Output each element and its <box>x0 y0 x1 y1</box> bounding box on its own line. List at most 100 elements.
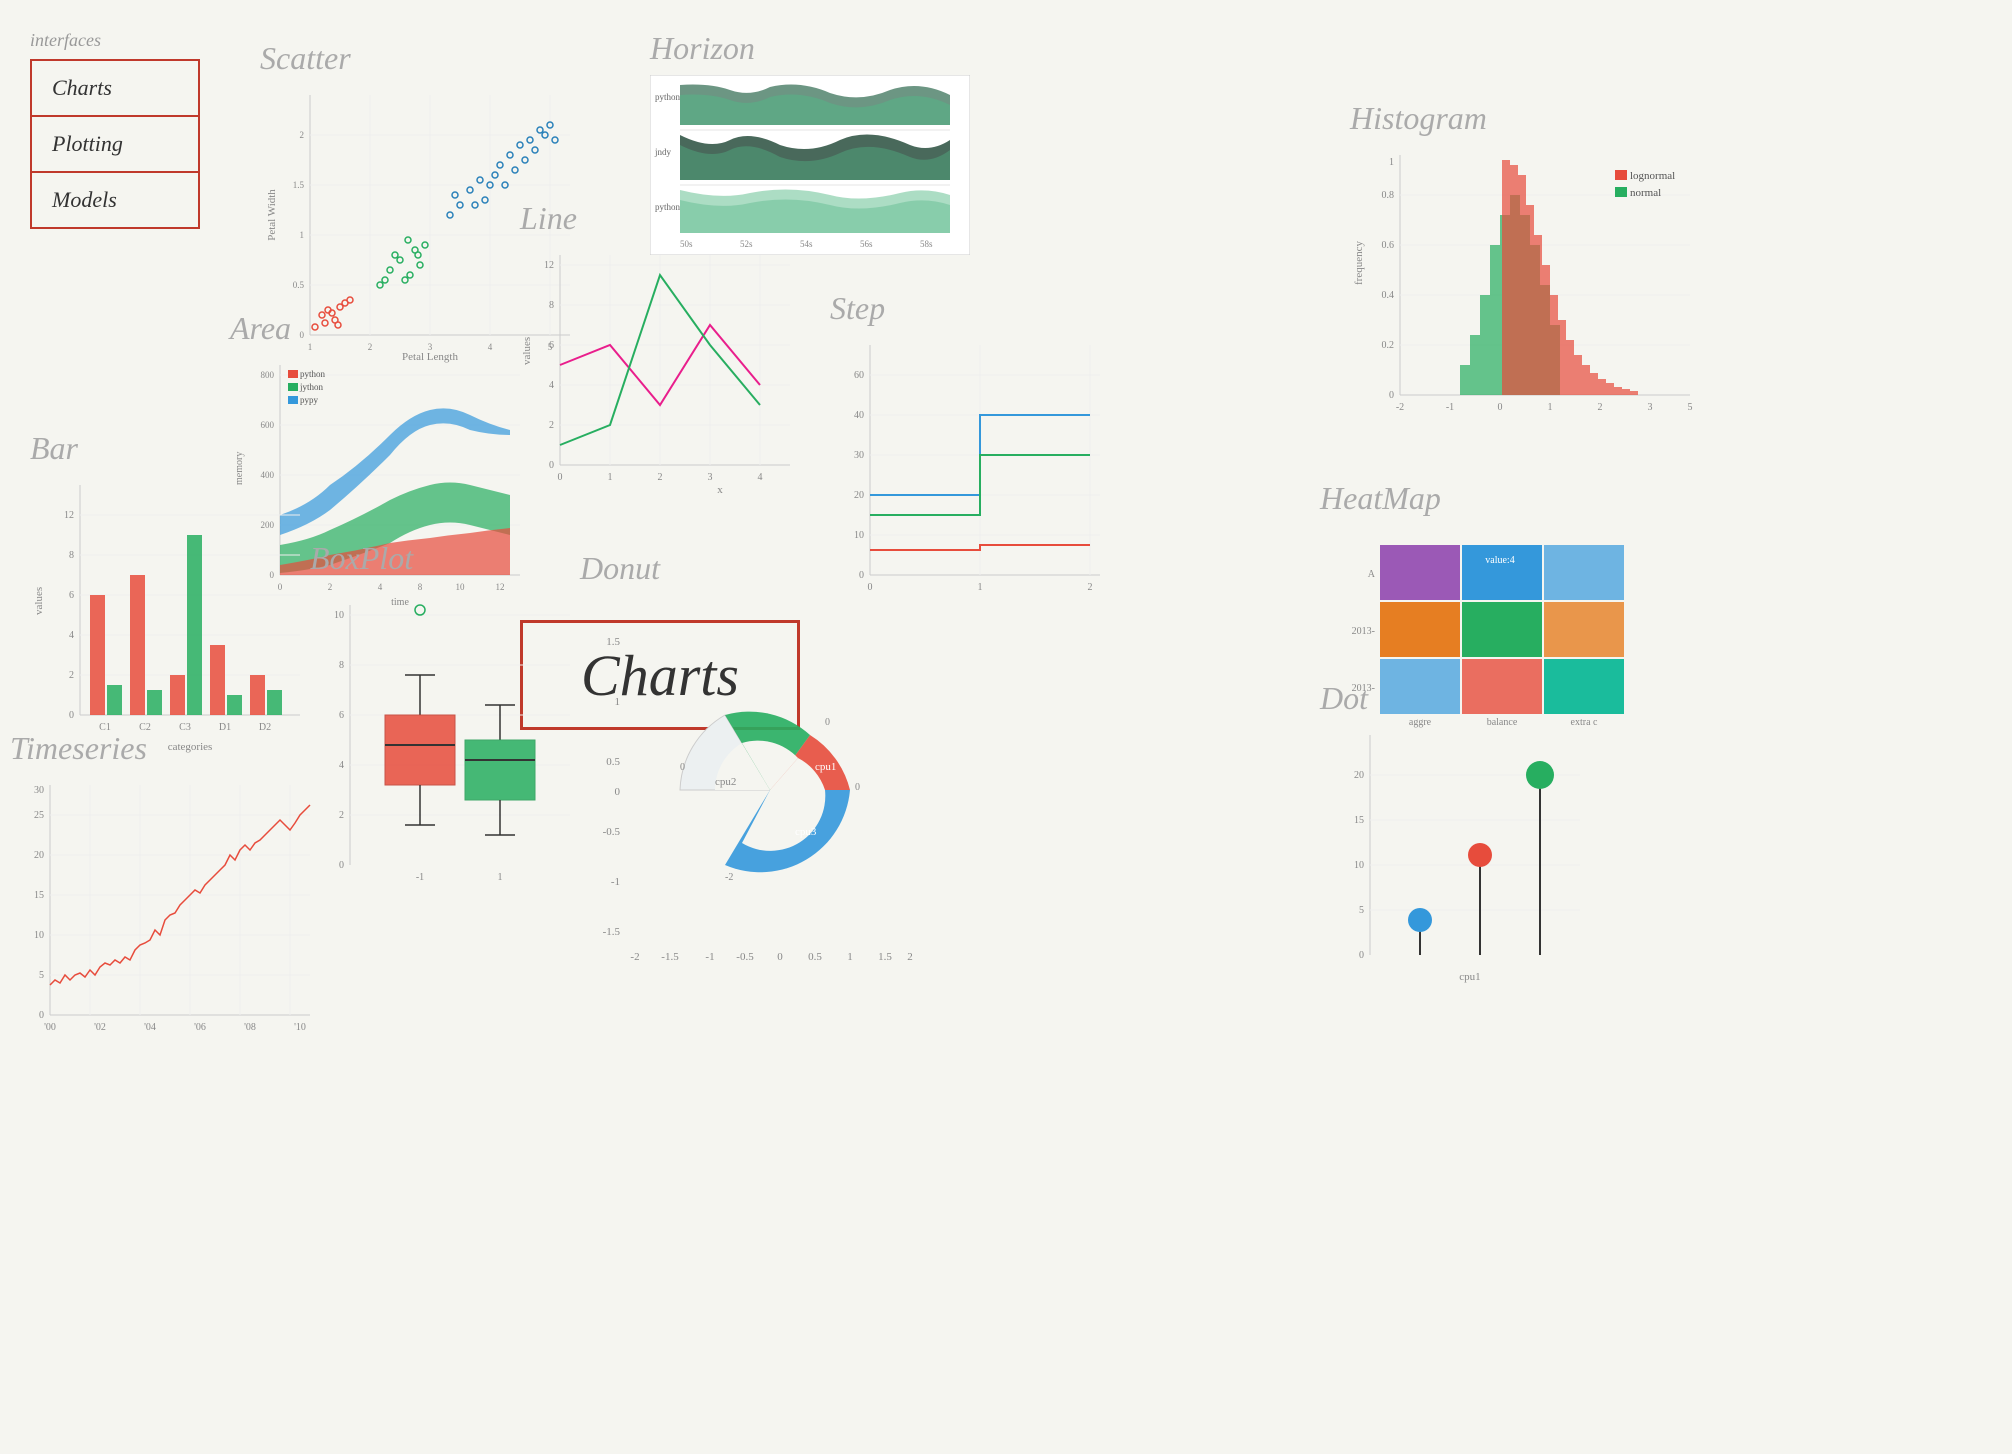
svg-text:5: 5 <box>39 970 44 981</box>
donut-title: Donut <box>580 550 920 587</box>
svg-text:20: 20 <box>34 850 44 861</box>
svg-text:'08: '08 <box>244 1022 256 1033</box>
svg-text:pypy: pypy <box>300 395 319 405</box>
svg-text:Petal Width: Petal Width <box>266 189 278 241</box>
svg-text:cpu2: cpu2 <box>715 776 736 788</box>
svg-text:1.5: 1.5 <box>293 180 305 190</box>
svg-text:2: 2 <box>907 951 913 963</box>
svg-text:0.8: 0.8 <box>1382 190 1395 201</box>
svg-text:1: 1 <box>1548 402 1553 413</box>
svg-text:4: 4 <box>339 760 344 771</box>
boxplot-title: BoxPlot <box>310 540 590 577</box>
dot-chart: Dot 0 5 10 15 20 cpu1 <box>1320 680 1600 1010</box>
line-svg: 0 2 4 6 8 12 values 0 1 2 3 4 x <box>520 245 800 505</box>
svg-text:20: 20 <box>1354 770 1364 781</box>
svg-text:'06: '06 <box>194 1022 206 1033</box>
svg-text:0.6: 0.6 <box>1382 240 1395 251</box>
menu-box: Charts Plotting Models <box>30 59 200 229</box>
svg-text:0: 0 <box>69 710 74 721</box>
svg-text:value:4: value:4 <box>1485 555 1514 566</box>
svg-text:0: 0 <box>825 717 830 728</box>
svg-text:'10: '10 <box>294 1022 306 1033</box>
timeseries-chart: Timeseries 0 5 10 15 20 25 30 '00 '02 '0… <box>10 730 320 1060</box>
svg-text:-0.5: -0.5 <box>603 826 621 838</box>
svg-text:6: 6 <box>549 340 554 351</box>
menu-item-plotting[interactable]: Plotting <box>32 117 198 173</box>
svg-text:A: A <box>1368 569 1376 580</box>
svg-text:2: 2 <box>69 670 74 681</box>
boxplot-svg: 0 2 4 6 8 10 -1 1 <box>310 585 590 915</box>
svg-text:0: 0 <box>1359 950 1364 961</box>
svg-text:1: 1 <box>1389 157 1394 168</box>
svg-text:40: 40 <box>854 410 864 421</box>
svg-text:10: 10 <box>334 610 344 621</box>
svg-text:'02: '02 <box>94 1022 106 1033</box>
svg-text:60: 60 <box>854 370 864 381</box>
svg-text:cpu1: cpu1 <box>1459 971 1480 983</box>
svg-text:0.5: 0.5 <box>808 951 822 963</box>
dot-title: Dot <box>1320 680 1600 717</box>
svg-text:6: 6 <box>69 590 74 601</box>
svg-text:12: 12 <box>64 510 74 521</box>
svg-text:-1: -1 <box>416 872 424 883</box>
svg-text:6: 6 <box>339 710 344 721</box>
step-title: Step <box>830 290 1110 327</box>
svg-text:0: 0 <box>1389 390 1394 401</box>
svg-text:5: 5 <box>1359 905 1364 916</box>
bar-svg: 0 2 4 6 8 12 values categories C1 C2 C3 … <box>30 475 310 765</box>
svg-text:4: 4 <box>758 472 763 483</box>
histogram-title: Histogram <box>1350 100 1710 137</box>
svg-text:2: 2 <box>300 130 305 140</box>
svg-text:jndy: jndy <box>654 147 672 157</box>
svg-text:-2: -2 <box>1396 402 1404 413</box>
area-title: Area <box>230 310 530 347</box>
bar-chart: Bar 0 2 4 6 8 12 values categories C1 C2… <box>30 430 310 770</box>
svg-text:2: 2 <box>1598 402 1603 413</box>
svg-text:54s: 54s <box>800 239 813 249</box>
svg-text:20: 20 <box>854 490 864 501</box>
svg-text:1: 1 <box>978 582 983 593</box>
svg-text:10: 10 <box>34 930 44 941</box>
svg-text:800: 800 <box>261 370 275 380</box>
svg-text:-2: -2 <box>630 951 639 963</box>
svg-text:600: 600 <box>261 420 275 430</box>
donut-svg: 1.5 1 0.5 0 -0.5 -1 -1.5 -2 -1.5 -1 -0.5… <box>580 595 920 975</box>
histogram-chart: Histogram 0 0.2 0.4 0.6 0.8 1 frequency … <box>1350 100 1710 450</box>
svg-text:2: 2 <box>549 420 554 431</box>
svg-text:0: 0 <box>549 460 554 471</box>
timeseries-svg: 0 5 10 15 20 25 30 '00 '02 '04 '06 '08 '… <box>10 775 320 1055</box>
svg-text:cpu1: cpu1 <box>815 761 836 773</box>
svg-text:0: 0 <box>558 472 563 483</box>
svg-text:0.4: 0.4 <box>1382 290 1395 301</box>
svg-text:0: 0 <box>39 1010 44 1021</box>
sidebar: interfaces Charts Plotting Models <box>30 30 200 229</box>
svg-text:8: 8 <box>69 550 74 561</box>
interfaces-label: interfaces <box>30 30 200 51</box>
menu-item-charts[interactable]: Charts <box>32 61 198 117</box>
svg-text:0.5: 0.5 <box>606 756 620 768</box>
boxplot-chart: BoxPlot 0 2 4 6 8 10 -1 1 <box>310 540 590 920</box>
svg-text:3: 3 <box>1648 402 1653 413</box>
svg-text:cpu3: cpu3 <box>795 826 817 838</box>
svg-text:-1: -1 <box>705 951 714 963</box>
svg-text:12: 12 <box>544 260 554 271</box>
svg-text:10: 10 <box>1354 860 1364 871</box>
dot-svg: 0 5 10 15 20 cpu1 <box>1320 725 1600 1005</box>
svg-text:15: 15 <box>34 890 44 901</box>
svg-text:x: x <box>717 484 723 496</box>
svg-text:10: 10 <box>854 530 864 541</box>
svg-text:1: 1 <box>300 230 305 240</box>
svg-text:4: 4 <box>69 630 74 641</box>
svg-text:0.2: 0.2 <box>1382 340 1395 351</box>
svg-text:'00: '00 <box>44 1022 56 1033</box>
heatmap-title: HeatMap <box>1320 480 1660 517</box>
svg-text:-2: -2 <box>725 872 733 883</box>
svg-text:25: 25 <box>34 810 44 821</box>
menu-item-models[interactable]: Models <box>32 173 198 227</box>
svg-text:values: values <box>33 587 45 615</box>
svg-text:3: 3 <box>708 472 713 483</box>
svg-text:1.5: 1.5 <box>606 636 620 648</box>
svg-text:1.5: 1.5 <box>878 951 892 963</box>
svg-text:1: 1 <box>608 472 613 483</box>
svg-text:1: 1 <box>847 951 853 963</box>
